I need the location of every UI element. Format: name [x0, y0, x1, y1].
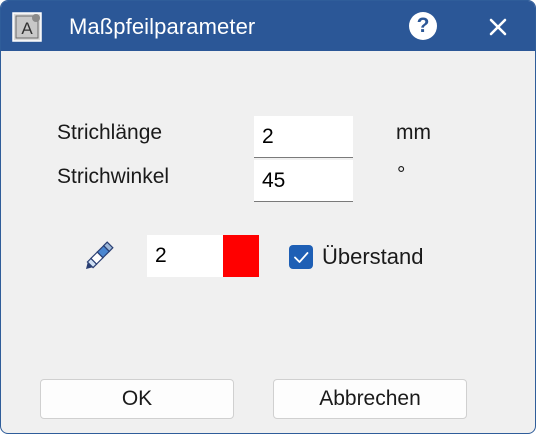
ok-button[interactable]: OK: [40, 379, 234, 419]
stroke-length-unit: mm: [396, 121, 431, 144]
overhang-label[interactable]: Überstand: [322, 244, 424, 270]
dialog-title: Maßpfeilparameter: [69, 14, 256, 39]
stroke-angle-unit: °: [397, 163, 406, 186]
dialog-body: Strichlänge mm Strichwinkel ° Überstand …: [1, 51, 535, 433]
close-icon[interactable]: [481, 10, 515, 44]
pen-icon: [85, 241, 114, 270]
cancel-button[interactable]: Abbrechen: [273, 379, 467, 419]
stroke-angle-input[interactable]: [254, 160, 353, 202]
help-icon[interactable]: ?: [409, 12, 437, 40]
stroke-length-label: Strichlänge: [57, 121, 163, 144]
letter-a-doc-icon: A: [12, 12, 42, 42]
help-glyph: ?: [416, 14, 430, 37]
pen-color-swatch[interactable]: [223, 235, 259, 277]
title-bar: A Maßpfeilparameter ?: [1, 1, 535, 51]
stroke-length-input[interactable]: [254, 116, 353, 158]
stroke-angle-label: Strichwinkel: [57, 165, 170, 188]
svg-text:A: A: [21, 19, 33, 38]
pen-value-input[interactable]: [147, 235, 223, 277]
checkmark-icon: [294, 252, 309, 263]
overhang-checkbox[interactable]: [289, 245, 313, 269]
dialog-window: A Maßpfeilparameter ? Strichlänge mm Str…: [0, 0, 536, 434]
